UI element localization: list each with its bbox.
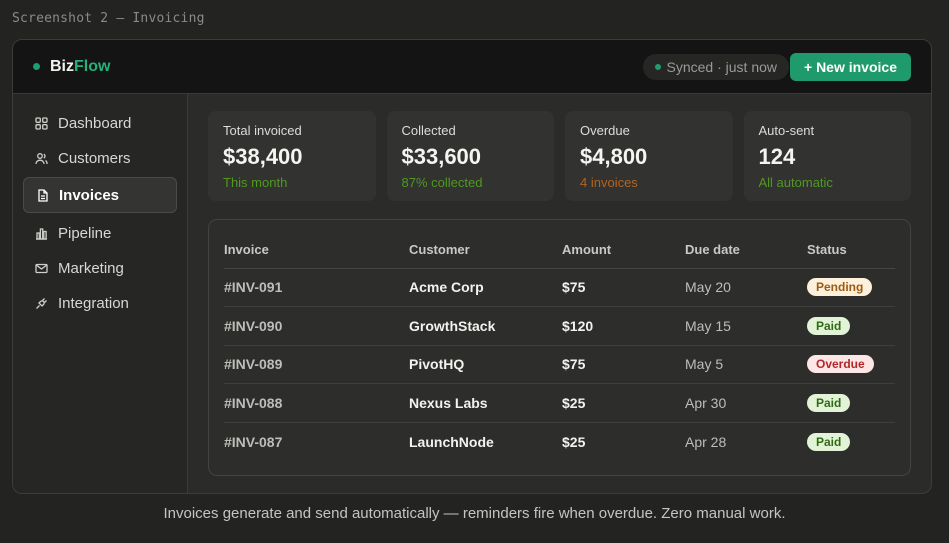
column-header-customer[interactable]: Customer (409, 232, 562, 269)
invoice-number[interactable]: #INV-087 (224, 422, 409, 461)
sidebar-item-pipeline[interactable]: Pipeline (23, 216, 177, 250)
plug-icon (35, 297, 48, 310)
customer-name: LaunchNode (409, 433, 494, 450)
sync-status-pill: Synced · just now (642, 54, 789, 80)
invoice-amount: $25 (562, 383, 685, 423)
main-content: Total invoiced $38,400 This month Collec… (188, 94, 931, 493)
bar-chart-icon (35, 227, 48, 240)
status-badge: Paid (807, 316, 851, 335)
stat-subtext: This month (223, 175, 288, 190)
sync-status-text: Synced · just now (666, 59, 778, 75)
mail-icon (35, 262, 48, 275)
table-row[interactable]: #INV-089 PivotHQ $75 May 5 Overdue (224, 345, 895, 384)
customer-name: PivotHQ (409, 345, 562, 384)
sidebar-item-integration[interactable]: Integration (23, 286, 177, 320)
stat-subtext: 4 invoices (580, 175, 638, 190)
brand-dot-icon (33, 63, 40, 70)
stat-label: Auto-sent (758, 123, 815, 138)
stat-label: Total invoiced (223, 123, 302, 138)
stat-label: Collected (401, 123, 456, 138)
brand-logo[interactable]: BizFlow (33, 58, 110, 76)
stat-value: 124 (758, 144, 796, 169)
sidebar-item-label: Invoices (59, 186, 120, 204)
table-row[interactable]: #INV-090 GrowthStack $120 May 15 Paid (224, 306, 895, 346)
invoice-number[interactable]: #INV-088 (224, 383, 409, 423)
table-row[interactable]: #INV-088 Nexus Labs $25 Apr 30 Paid (224, 383, 895, 423)
table-header-row: Invoice Customer Amount Due date Status (224, 232, 895, 269)
sidebar-item-dashboard[interactable]: Dashboard (23, 106, 177, 140)
customer-name: GrowthStack (409, 306, 562, 346)
table-row[interactable]: #INV-091 Acme Corp $75 May 20 Pending (224, 268, 895, 307)
stat-label: Overdue (580, 123, 630, 138)
status-badge: Overdue (807, 355, 874, 374)
sidebar-item-customers[interactable]: Customers (23, 141, 177, 175)
column-header-due-date[interactable]: Due date (685, 232, 807, 269)
stat-value: $4,800 (580, 144, 648, 169)
new-invoice-button[interactable]: + New invoice (790, 53, 911, 81)
grid-icon (35, 116, 48, 130)
table-row[interactable]: #INV-087 LaunchNode $25 Apr 28 Paid (224, 422, 895, 461)
stat-card-total-invoiced: Total invoiced $38,400 This month (208, 111, 376, 201)
users-icon (35, 152, 48, 165)
due-date: May 20 (685, 268, 807, 307)
screenshot-label: Screenshot 2 — Invoicing (12, 11, 205, 26)
invoice-amount: $75 (562, 345, 685, 384)
brand-name-part2: Flow (74, 57, 111, 75)
status-badge: Pending (807, 278, 873, 297)
sidebar-item-label: Marketing (58, 259, 124, 277)
due-date: Apr 30 (685, 383, 807, 423)
stats-row: Total invoiced $38,400 This month Collec… (208, 111, 911, 201)
sidebar-item-invoices[interactable]: Invoices (23, 177, 177, 213)
invoice-number[interactable]: #INV-091 (224, 268, 409, 307)
invoices-table: Invoice Customer Amount Due date Status … (224, 232, 895, 461)
sidebar-item-label: Dashboard (58, 114, 132, 132)
caption-text: Invoices generate and send automatically… (163, 505, 786, 522)
brand-name-part1: Biz (50, 57, 74, 75)
invoice-number[interactable]: #INV-089 (224, 345, 409, 384)
stat-card-overdue: Overdue $4,800 4 invoices (565, 111, 733, 201)
sync-dot-icon (654, 64, 661, 70)
invoice-amount: $75 (562, 268, 685, 307)
column-header-amount[interactable]: Amount (562, 232, 685, 269)
column-header-status[interactable]: Status (807, 232, 895, 269)
app-window: BizFlow Synced · just now + New invoice … (12, 39, 932, 494)
document-icon (36, 188, 49, 202)
sidebar-item-label: Pipeline (58, 224, 112, 242)
invoices-table-card: Invoice Customer Amount Due date Status … (208, 219, 911, 476)
invoice-amount: $120 (562, 306, 685, 346)
sidebar: Dashboard Customers Invoices Pipeline Ma… (13, 94, 188, 493)
sidebar-item-label: Customers (58, 149, 131, 167)
stat-value: $33,600 (401, 144, 482, 169)
stat-card-auto-sent: Auto-sent 124 All automatic (743, 111, 911, 201)
stat-subtext: 87% collected (401, 175, 483, 190)
stat-subtext: All automatic (758, 175, 833, 190)
customer-name: Nexus Labs (409, 383, 562, 423)
status-badge: Paid (807, 393, 851, 412)
due-date: May 15 (685, 306, 807, 346)
invoice-amount: $25 (562, 433, 586, 450)
invoice-number[interactable]: #INV-090 (224, 306, 409, 346)
status-badge: Paid (807, 432, 851, 451)
due-date: Apr 28 (685, 433, 727, 450)
column-header-invoice[interactable]: Invoice (224, 232, 409, 269)
due-date: May 5 (685, 345, 807, 384)
stat-card-collected: Collected $33,600 87% collected (386, 111, 554, 201)
sidebar-item-marketing[interactable]: Marketing (23, 251, 177, 285)
top-bar: BizFlow Synced · just now + New invoice (13, 40, 931, 94)
sidebar-item-label: Integration (58, 294, 129, 312)
customer-name: Acme Corp (409, 268, 562, 307)
stat-value: $38,400 (223, 144, 303, 169)
